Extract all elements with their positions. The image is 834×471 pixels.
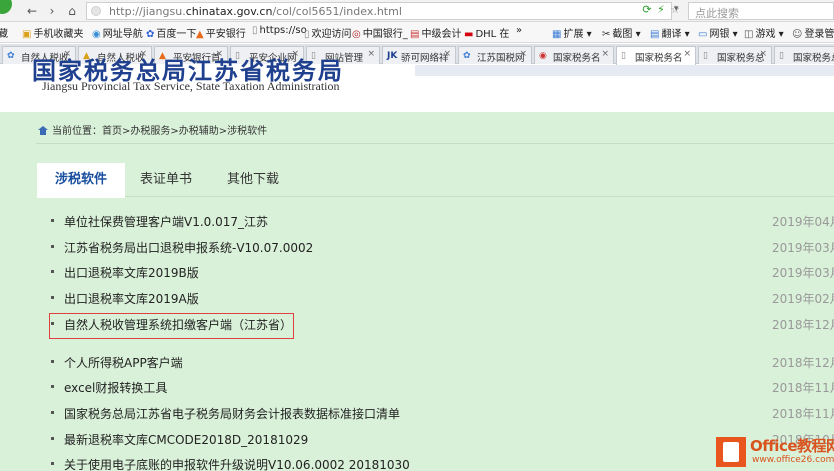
browser-tab[interactable]: ▯ 国家税务总 × <box>698 46 772 64</box>
browser-tab-active[interactable]: ▯ 国家税务名 × <box>616 46 696 65</box>
close-icon[interactable]: × <box>367 49 375 59</box>
bookmark-item[interactable]: ◎ 中国银行_ <box>352 25 408 40</box>
pingan-icon: ▲ <box>196 29 204 40</box>
header-banner <box>415 65 834 76</box>
bank-card-icon: ▭ <box>698 29 708 40</box>
translate-button[interactable]: ▤ 翻译 ▾ <box>650 25 690 40</box>
screenshot-button[interactable]: ✂ 截图 ▾ <box>602 25 641 40</box>
page-icon: ▯ <box>252 25 258 36</box>
bookmark-item[interactable]: 藏 <box>0 25 8 40</box>
dhl-icon: ▬ <box>464 29 474 40</box>
jk-icon: JK <box>387 51 398 61</box>
extensions-button[interactable]: ▦ 扩展 ▾ <box>552 25 592 40</box>
bookmark-item[interactable]: ✿ 百度一下 <box>146 25 196 40</box>
bullet <box>51 360 54 363</box>
games-button[interactable]: ◫ 游戏 ▾ <box>744 25 784 40</box>
bullet <box>51 219 54 222</box>
speed-icon[interactable]: ⚡ <box>654 3 668 16</box>
page-icon: ▯ <box>703 51 708 61</box>
browser-tab[interactable]: JK 骄可网络祥 × <box>382 46 456 64</box>
bullet <box>51 462 54 465</box>
url-text: http://jiangsu.chinatax.gov.cn/col/col56… <box>109 5 402 18</box>
category-tabs: 涉税软件 表证单书 其他下载 <box>37 163 834 198</box>
bullet <box>51 270 54 273</box>
gamepad-icon: ◫ <box>744 29 754 40</box>
browser-logo-icon <box>0 0 12 14</box>
close-icon[interactable]: × <box>443 49 451 59</box>
bullet <box>51 437 54 440</box>
refresh-icon[interactable]: ⟳ <box>640 3 654 16</box>
bank-icon: ◎ <box>352 29 361 40</box>
address-bar: ← › ⌂ http://jiangsu.chinatax.gov.cn/col… <box>0 0 834 22</box>
bookmark-item[interactable]: ▬ DHL 在 <box>464 25 509 40</box>
page-icon: ▤ <box>410 29 420 40</box>
divider <box>36 143 834 144</box>
list-item[interactable]: 出口退税率文库2019B版2019年03月 <box>37 262 834 282</box>
bullet <box>51 245 54 248</box>
bookmark-item[interactable]: ▣ 手机收藏夹 <box>22 25 83 40</box>
bullet <box>51 411 54 414</box>
close-icon[interactable]: × <box>683 49 691 59</box>
watermark: Office教程网 www.office26.com <box>716 430 834 471</box>
page-icon: ▯ <box>779 51 784 61</box>
search-engine-dropdown-icon[interactable]: ▾ <box>674 4 679 14</box>
tab-software[interactable]: 涉税软件 <box>37 163 125 198</box>
list-item[interactable]: 关于使用电子底账的申报软件升级说明V10.06.0002 20181030 <box>37 454 834 471</box>
bookmarks-bar: 藏 ▣ 手机收藏夹 ◉ 网址导航 ✿ 百度一下 ▲ 平安银行 ▯ https://so ▯… <box>0 22 834 43</box>
user-icon: ☺ <box>792 29 803 40</box>
list-item[interactable]: excel财报转换工具2018年11月 <box>37 377 834 397</box>
bookmark-item[interactable]: ▲ 平安银行 <box>196 25 246 40</box>
browser-tab[interactable]: ▯国家税务总 <box>774 46 834 64</box>
bullet <box>51 385 54 388</box>
close-icon[interactable]: × <box>519 49 527 59</box>
emblem-icon: ◉ <box>539 51 547 61</box>
bullet <box>51 296 54 299</box>
highlight-box <box>49 313 294 339</box>
watermark-url: www.office26.com <box>752 455 834 465</box>
home-icon <box>38 126 48 135</box>
scissors-icon: ✂ <box>602 29 611 40</box>
netbank-button[interactable]: ▭ 网银 ▾ <box>698 25 738 40</box>
close-icon[interactable]: × <box>601 49 609 59</box>
browser-tab[interactable]: ✿ 江苏国税网 × <box>458 46 532 64</box>
bookmark-item[interactable]: ▤ 中级会计 <box>410 25 461 40</box>
paw-icon: ✿ <box>146 29 155 40</box>
bookmark-item[interactable]: ◉ 网址导航 <box>92 25 143 40</box>
list-item[interactable]: 国家税务总局江苏省电子税务局财务会计报表数据标准接口清单2018年11月 <box>37 403 834 423</box>
url-input[interactable]: http://jiangsu.chinatax.gov.cn/col/col56… <box>86 2 672 20</box>
list-item[interactable]: 个人所得税APP客户端2018年12月 <box>37 352 834 372</box>
flower-icon: ✿ <box>7 51 15 61</box>
tab-other-downloads[interactable]: 其他下载 <box>211 163 295 197</box>
close-icon[interactable]: × <box>759 49 767 59</box>
page-icon: ▯ <box>621 51 626 61</box>
forward-icon[interactable]: › <box>44 3 60 19</box>
home-button-icon[interactable]: ⌂ <box>64 3 80 19</box>
tab-forms[interactable]: 表证单书 <box>125 163 207 197</box>
login-button[interactable]: ☺ 登录管 <box>792 25 834 40</box>
office-logo-icon <box>716 437 746 467</box>
breadcrumb: 当前位置：首页>办税服务>办税辅助>涉税软件 <box>38 122 267 137</box>
list-item[interactable]: 最新退税率文库CMCODE2018D_201810292018年10月 <box>37 429 834 449</box>
list-item[interactable]: 出口退税率文库2019A版2019年02月 <box>37 288 834 308</box>
flower-icon: ✿ <box>463 51 471 61</box>
globe-icon: ◉ <box>92 29 101 40</box>
browser-tab[interactable]: ◉ 国家税务名 × <box>534 46 614 64</box>
content-area: 当前位置：首页>办税服务>办税辅助>涉税软件 涉税软件 表证单书 其他下载 单位… <box>0 112 834 471</box>
site-title-en: Jiangsu Provincial Tax Service, State Ta… <box>42 79 340 93</box>
folder-icon: ▣ <box>22 29 32 40</box>
bookmark-item[interactable]: ▯ 欢迎访问 <box>304 25 352 40</box>
watermark-title: Office教程网 <box>750 437 834 455</box>
translate-icon: ▤ <box>650 29 660 40</box>
page-icon: ▯ <box>304 29 310 40</box>
list-item[interactable]: 江苏省税务局出口退税申报系统-V10.07.00022019年03月 <box>37 237 834 257</box>
back-icon[interactable]: ← <box>24 3 40 19</box>
more-bookmarks-button[interactable]: » <box>516 25 522 36</box>
bookmark-item[interactable]: ▯ https://so <box>252 25 307 36</box>
site-header: 国家税务总局江苏省税务局 Jiangsu Provincial Tax Serv… <box>0 56 834 112</box>
list-item[interactable]: 单位社保费管理客户端V1.0.017_江苏2019年04月 <box>37 211 834 231</box>
search-input[interactable]: 点此搜索 <box>688 2 834 20</box>
grid-icon: ▦ <box>552 29 562 40</box>
site-info-icon[interactable] <box>91 6 101 16</box>
